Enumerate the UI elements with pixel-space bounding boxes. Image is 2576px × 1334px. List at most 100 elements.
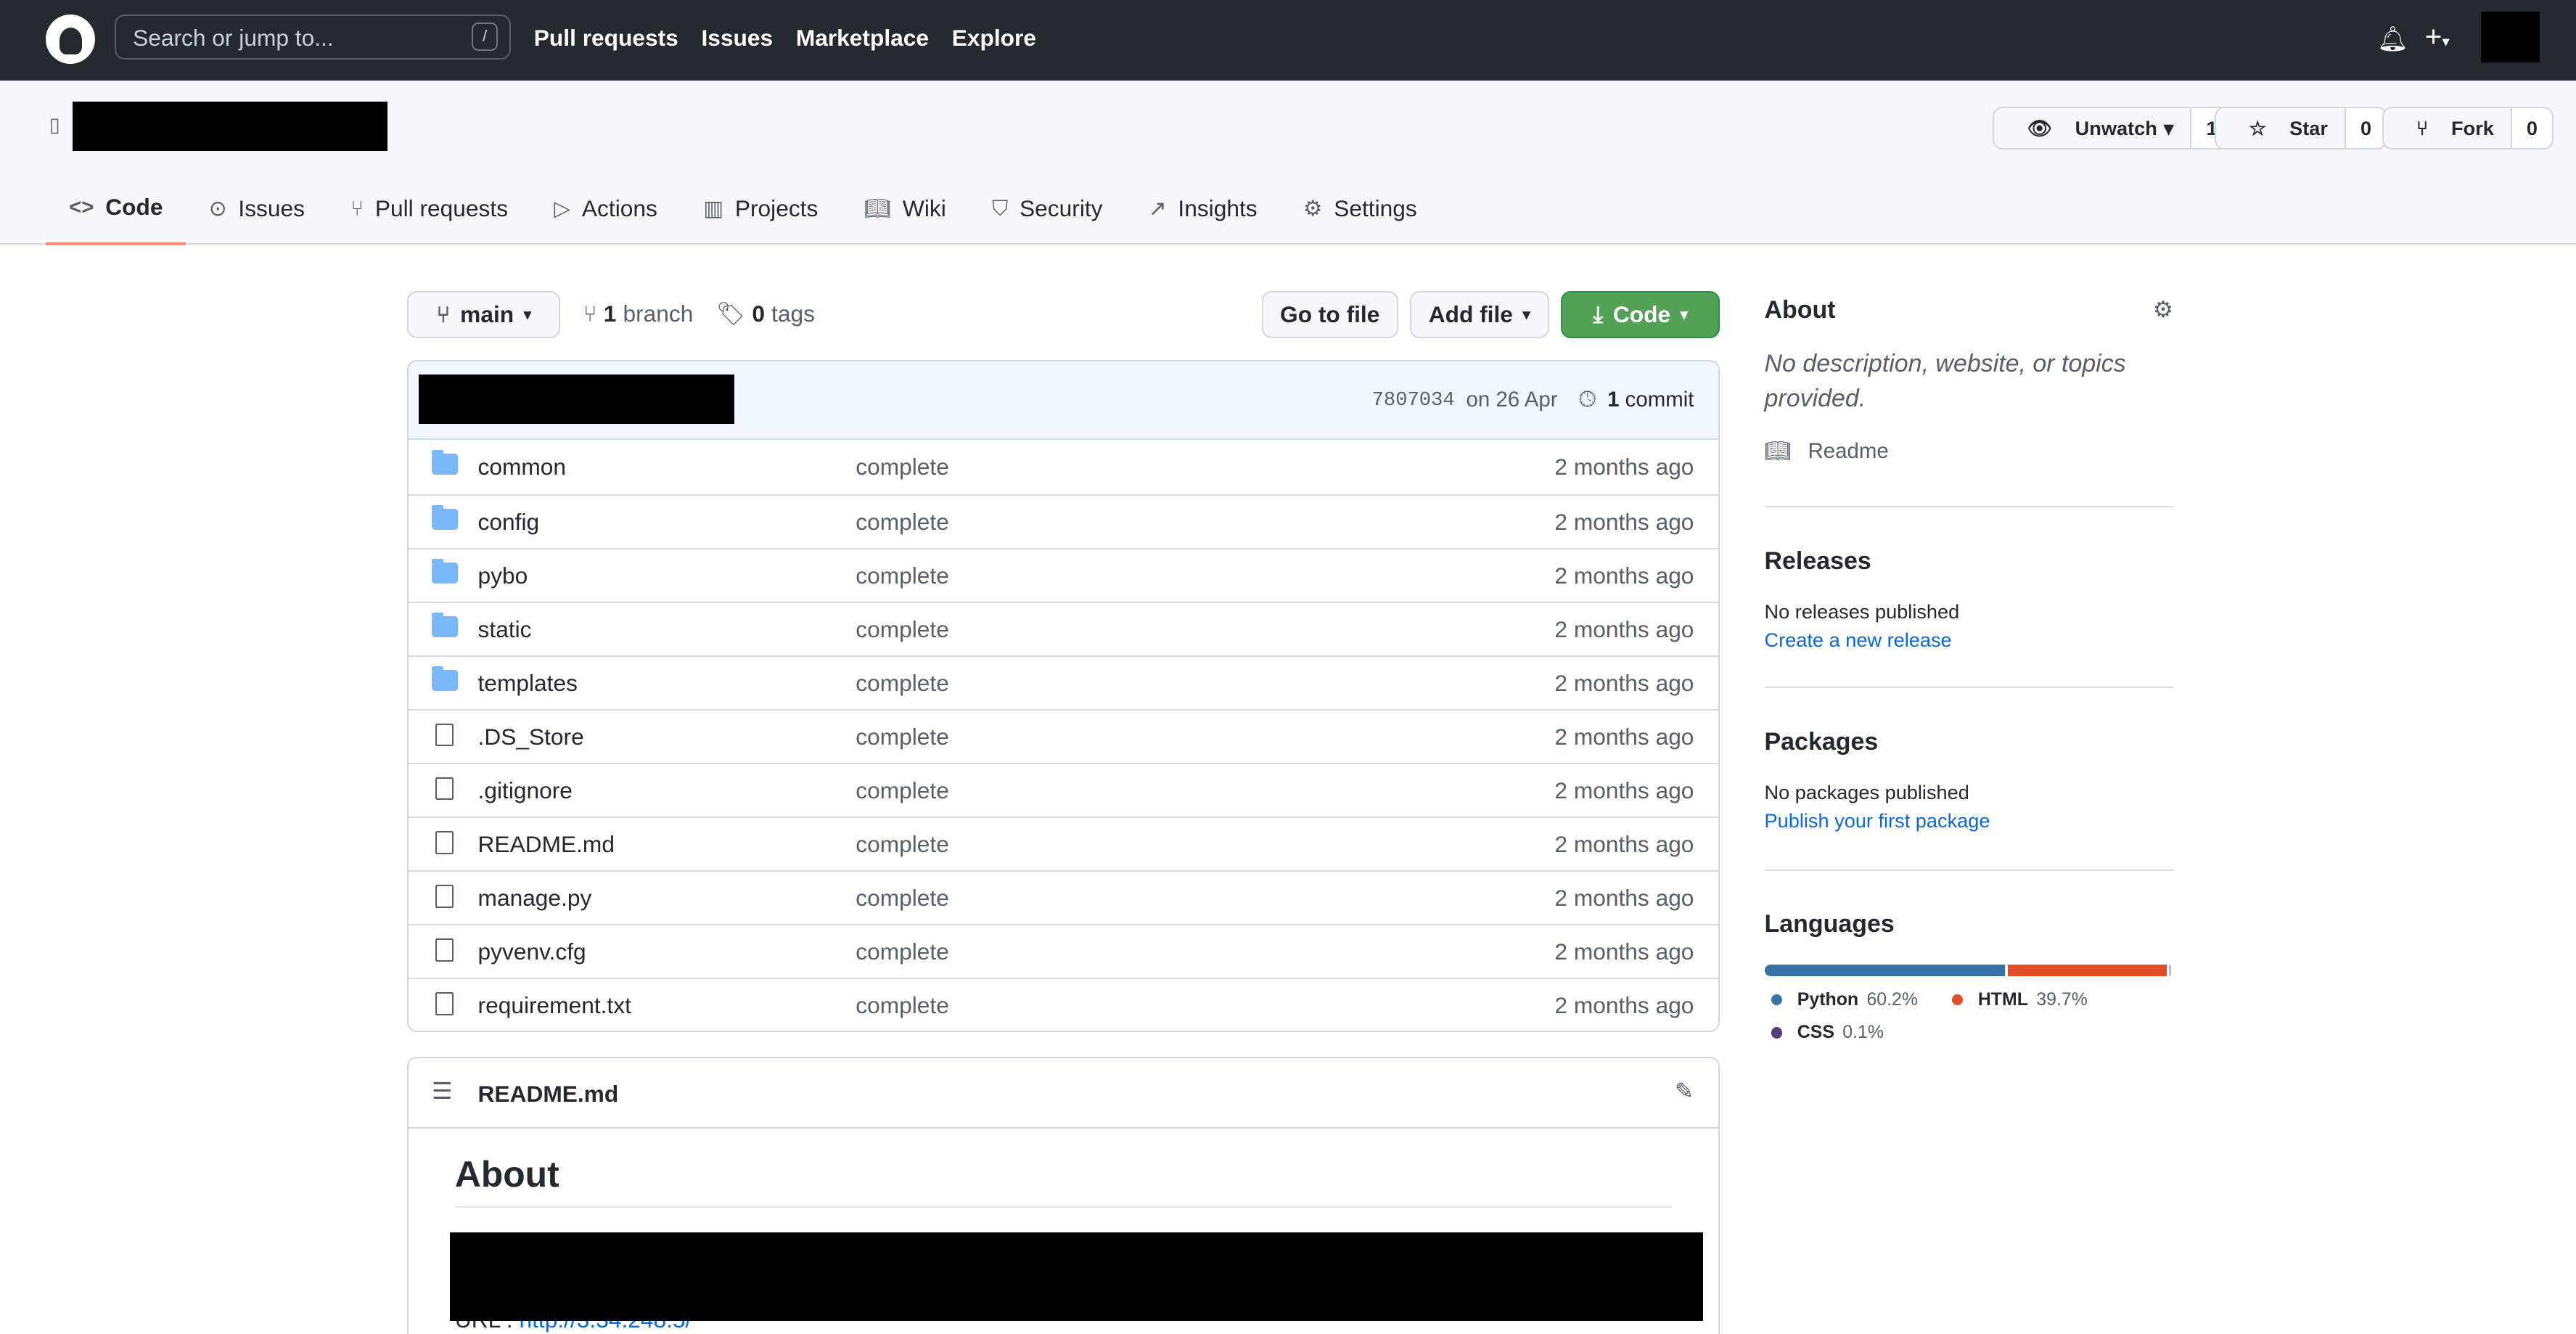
commit-message[interactable]: complete (856, 616, 949, 643)
folder-icon (432, 505, 459, 531)
file-row[interactable]: templates complete 2 months ago (409, 655, 1719, 709)
language-css[interactable]: CSS 0.1% (1771, 1022, 1884, 1043)
bell-icon[interactable]: 🔔︎ (2377, 25, 2408, 54)
commit-message[interactable]: complete (856, 670, 949, 697)
create-release-link[interactable]: Create a new release (1765, 629, 2174, 652)
tags-link[interactable]: 🏷︎ 0 tags (716, 300, 815, 327)
file-row[interactable]: common complete 2 months ago (409, 440, 1718, 494)
file-row[interactable]: .DS_Store complete 2 months ago (409, 708, 1719, 763)
nav-marketplace[interactable]: Marketplace (796, 25, 929, 52)
readme-label: Readme (1808, 438, 1889, 463)
tab-insights[interactable]: ↗ Insights (1125, 176, 1280, 245)
file-name[interactable]: common (478, 454, 567, 480)
file-name[interactable]: requirement.txt (478, 992, 631, 1019)
star-button[interactable]: ☆ Star 0 (2214, 107, 2388, 150)
code-icon: <> (69, 195, 94, 219)
language-python[interactable]: Python 60.2% (1771, 989, 1918, 1010)
file-name[interactable]: README.md (478, 831, 615, 858)
folder-icon (432, 559, 459, 584)
nav-issues[interactable]: Issues (701, 25, 773, 52)
avatar[interactable] (2480, 11, 2540, 63)
file-name[interactable]: pyvenv.cfg (478, 938, 586, 965)
add-file-button[interactable]: Add file ▾ (1409, 290, 1549, 339)
file-name[interactable]: manage.py (478, 885, 592, 912)
tag-label: tags (771, 300, 815, 327)
issue-icon: ⊙ (208, 197, 227, 221)
list-icon[interactable]: ☰ (432, 1078, 452, 1105)
go-to-file-button[interactable]: Go to file (1261, 290, 1398, 339)
fork-count[interactable]: 0 (2510, 108, 2553, 148)
file-name[interactable]: pybo (478, 562, 528, 589)
file-row[interactable]: pybo complete 2 months ago (409, 547, 1719, 602)
tab-settings[interactable]: ⚙ Settings (1280, 176, 1440, 245)
commit-message[interactable]: complete (856, 454, 949, 480)
tab-issues[interactable]: ⊙ Issues (186, 176, 327, 245)
commit-age: 2 months ago (1554, 884, 1694, 911)
packages-title[interactable]: Packages (1765, 728, 2174, 756)
tab-label: Code (105, 194, 163, 221)
fork-button[interactable]: ⑂ Fork 0 (2382, 107, 2554, 150)
repo-name-redacted[interactable] (72, 102, 388, 152)
github-logo-icon[interactable] (46, 15, 96, 65)
commit-message[interactable]: complete (856, 885, 949, 912)
language-bar (1764, 964, 2174, 976)
file-row[interactable]: config complete 2 months ago (409, 494, 1719, 548)
file-name[interactable]: templates (478, 670, 578, 697)
code-label: Code (1612, 301, 1671, 328)
branches-link[interactable]: ⑂ 1 branch (583, 300, 694, 327)
nav-pull-requests[interactable]: Pull requests (534, 25, 678, 52)
commit-label[interactable]: commit (1625, 388, 1694, 412)
book-icon: 📖︎ (864, 196, 892, 221)
file-row[interactable]: .gitignore complete 2 months ago (409, 762, 1719, 817)
file-row[interactable]: requirement.txt complete 2 months ago (409, 977, 1719, 1031)
star-count[interactable]: 0 (2344, 108, 2387, 148)
nav-explore[interactable]: Explore (952, 25, 1036, 52)
commit-age: 2 months ago (1554, 562, 1694, 589)
commit-message[interactable]: complete (856, 509, 949, 536)
commit-message[interactable]: complete (856, 938, 949, 965)
file-name[interactable]: .gitignore (478, 777, 573, 804)
gear-icon: ⚙ (1303, 197, 1323, 221)
repo-header: ▯ 👁︎ Unwatch ▾ 1 ☆ Star 0 ⑂ Fork 0 <> Code ⊙ Iss… (0, 80, 2576, 245)
file-row[interactable]: README.md complete 2 months ago (409, 816, 1719, 870)
commit-message[interactable]: complete (856, 992, 949, 1019)
tab-code[interactable]: <> Code (46, 176, 186, 245)
branch-icon: ⑂ (583, 300, 597, 327)
tab-wiki[interactable]: 📖︎ Wiki (841, 176, 969, 245)
tab-security[interactable]: ⛉ Security (969, 176, 1125, 245)
tab-label: Pull requests (374, 195, 509, 222)
file-row[interactable]: static complete 2 months ago (409, 601, 1719, 655)
pencil-icon[interactable]: ✎ (1675, 1078, 1694, 1105)
commit-sha[interactable]: 7807034 (1372, 389, 1455, 412)
gear-icon[interactable]: ⚙ (2153, 296, 2173, 323)
search-input[interactable]: Search or jump to... / (115, 15, 512, 60)
file-row[interactable]: pyvenv.cfg complete 2 months ago (409, 923, 1719, 978)
file-name[interactable]: .DS_Store (478, 724, 584, 750)
tab-pull-requests[interactable]: ⑂ Pull requests (328, 176, 531, 245)
file-icon (435, 991, 454, 1015)
readme-link[interactable]: 📖︎ Readme (1765, 439, 2174, 464)
branch-select-button[interactable]: ⑂ main ▾ (407, 290, 561, 339)
create-new-icon[interactable]: +▾ (2425, 20, 2450, 54)
commit-message[interactable]: complete (856, 562, 949, 589)
file-row[interactable]: manage.py complete 2 months ago (409, 869, 1719, 924)
language-html[interactable]: HTML 39.7% (1951, 989, 2088, 1010)
commit-message[interactable]: complete (856, 724, 949, 750)
releases-title[interactable]: Releases (1765, 547, 2174, 576)
tab-projects[interactable]: ▥ Projects (681, 176, 842, 245)
code-button[interactable]: ⤓ Code ▾ (1560, 290, 1720, 339)
file-name[interactable]: static (478, 616, 532, 643)
divider (1764, 869, 2174, 871)
commit-count[interactable]: 1 (1607, 388, 1619, 412)
latest-commit: 7807034 on 26 Apr 🕓︎ 1 commit (409, 361, 1719, 441)
file-name[interactable]: config (478, 509, 540, 536)
watch-button[interactable]: 👁︎ Unwatch ▾ 1 (1993, 107, 2234, 150)
graph-icon: ↗ (1148, 197, 1167, 221)
commit-message[interactable]: complete (856, 777, 949, 804)
publish-package-link[interactable]: Publish your first package (1765, 809, 2174, 832)
python-dot-icon (1771, 994, 1783, 1006)
tab-actions[interactable]: ▷ Actions (531, 176, 681, 245)
commit-age: 2 months ago (1554, 723, 1694, 750)
about-title: About (1764, 295, 1836, 324)
commit-message[interactable]: complete (856, 831, 949, 858)
